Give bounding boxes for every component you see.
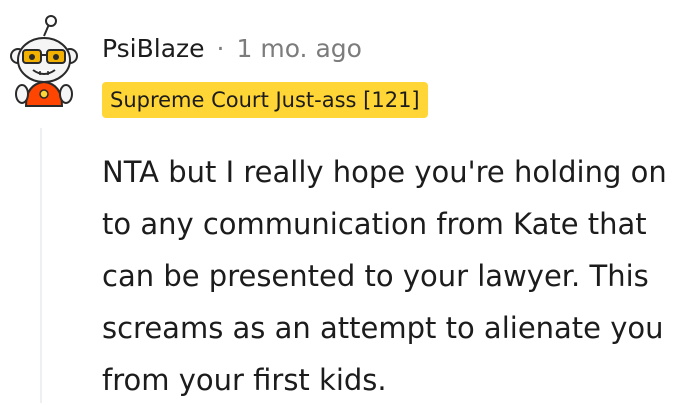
user-avatar-icon[interactable] xyxy=(8,14,80,110)
meta-separator: · xyxy=(216,33,225,63)
thread-collapse-line[interactable] xyxy=(40,128,42,403)
comment-timestamp[interactable]: 1 mo. ago xyxy=(236,34,361,63)
comment-body: NTA but I really hope you're holding on … xyxy=(102,155,667,397)
user-flair-badge: Supreme Court Just-ass [121] xyxy=(102,82,428,118)
comment-author[interactable]: PsiBlaze xyxy=(102,34,205,63)
comment-header: PsiBlaze · 1 mo. ago xyxy=(102,26,362,70)
